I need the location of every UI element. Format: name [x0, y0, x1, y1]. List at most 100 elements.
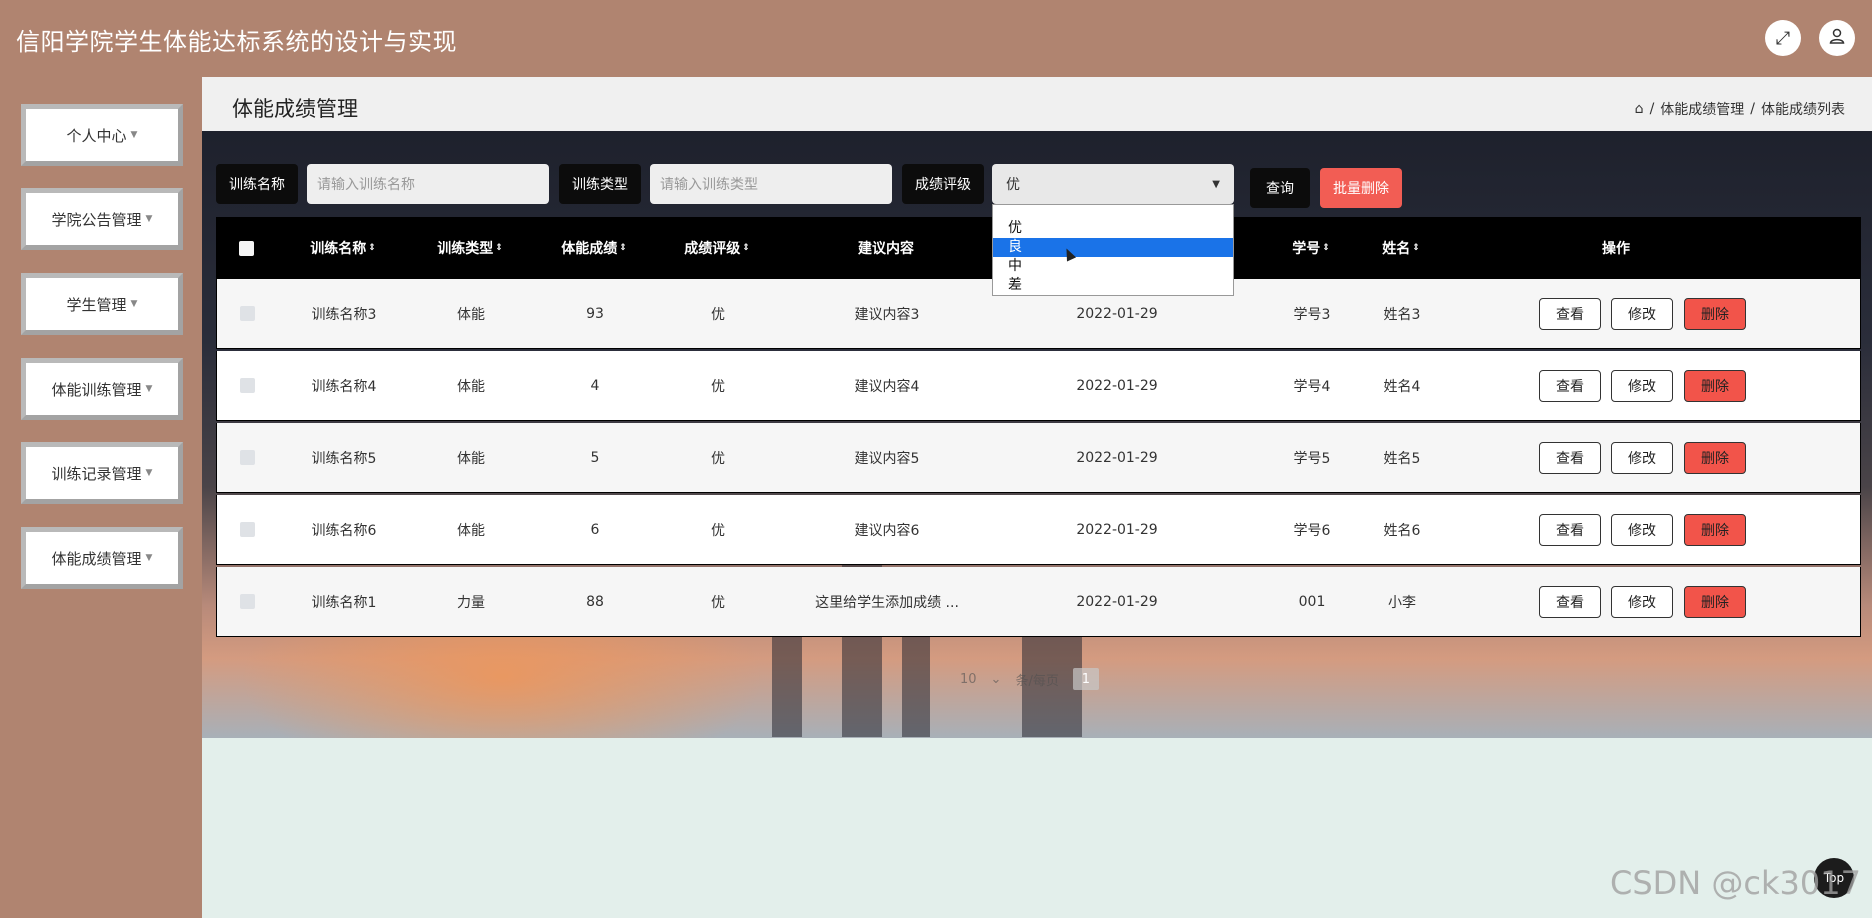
cell-training-type: 体能 — [457, 450, 485, 467]
per-page-label: 条/每页 — [1015, 673, 1059, 689]
cell-student-name: 姓名3 — [1383, 306, 1421, 323]
cell-training-type: 体能 — [457, 306, 485, 323]
cell-student-name: 小李 — [1388, 594, 1416, 611]
cell-training-type: 体能 — [457, 378, 485, 395]
cell-training-type: 力量 — [457, 594, 485, 611]
sidebar-item-student-management[interactable]: 学生管理 ▼ — [21, 273, 183, 335]
sidebar-item-score-management[interactable]: 体能成绩管理 ▼ — [21, 527, 183, 589]
column-header: 操作 — [1602, 241, 1630, 257]
caret-down-icon: ▼ — [130, 130, 138, 140]
cell-score: 93 — [586, 305, 604, 322]
cell-student-no: 学号3 — [1293, 306, 1331, 323]
training-name-label: 训练名称 — [216, 164, 298, 204]
page-size-select[interactable]: 10 — [960, 672, 977, 687]
grade-dropdown-list: 优 良 中 差 — [992, 204, 1234, 296]
view-button[interactable]: 查看 — [1539, 514, 1601, 546]
cell-training-name: 训练名称5 — [311, 450, 377, 467]
training-name-input[interactable]: 请输入训练名称 — [307, 164, 549, 204]
grade-label: 成绩评级 — [902, 164, 984, 204]
cell-grade: 优 — [711, 594, 725, 611]
breadcrumb: ⌂ / 体能成绩管理 / 体能成绩列表 — [1635, 99, 1845, 119]
edit-button[interactable]: 修改 — [1611, 586, 1673, 618]
sort-icon: ⇕ — [368, 243, 376, 253]
delete-button[interactable]: 删除 — [1684, 298, 1746, 330]
sort-icon: ⇕ — [495, 243, 503, 253]
sort-icon: ⇕ — [1412, 243, 1420, 253]
sidebar-item-record-management[interactable]: 训练记录管理 ▼ — [21, 442, 183, 504]
cell-training-name: 训练名称4 — [311, 378, 377, 395]
home-icon[interactable]: ⌂ — [1635, 101, 1644, 117]
cell-advice: 建议内容5 — [854, 450, 920, 467]
sidebar-item-training-management[interactable]: 体能训练管理 ▼ — [21, 358, 183, 420]
training-type-input[interactable]: 请输入训练类型 — [650, 164, 892, 204]
breadcrumb-item[interactable]: 体能成绩管理 — [1660, 99, 1744, 119]
grade-select[interactable]: 优 ▼ — [992, 164, 1234, 204]
delete-button[interactable]: 删除 — [1684, 514, 1746, 546]
view-button[interactable]: 查看 — [1539, 442, 1601, 474]
chevron-down-icon: ⌄ — [990, 671, 1002, 687]
sort-icon: ⇕ — [742, 243, 750, 253]
grade-option[interactable]: 中 — [993, 257, 1233, 276]
cell-date: 2022-01-29 — [1076, 521, 1158, 538]
column-header[interactable]: 姓名 ⇕ — [1356, 217, 1446, 279]
top-header: 信阳学院学生体能达标系统的设计与实现 ⤢ — [0, 0, 1872, 77]
cell-score: 88 — [586, 593, 604, 610]
row-checkbox[interactable] — [239, 450, 255, 465]
delete-button[interactable]: 删除 — [1684, 370, 1746, 402]
row-checkbox[interactable] — [239, 306, 255, 321]
cell-advice: 建议内容3 — [854, 306, 920, 323]
user-icon — [1828, 27, 1846, 50]
table-row: 训练名称1 力量 88 优 这里给学生添加成绩 ... 2022-01-29 0… — [216, 567, 1861, 637]
sidebar-item-label: 训练记录管理 — [51, 464, 142, 483]
page-title: 体能成绩管理 — [232, 97, 358, 121]
grade-option-highlighted[interactable]: 良 — [993, 238, 1233, 257]
caret-down-icon: ▼ — [145, 214, 153, 224]
row-checkbox[interactable] — [239, 378, 255, 393]
cell-student-name: 姓名4 — [1383, 378, 1421, 395]
breadcrumb-item: 体能成绩列表 — [1761, 102, 1845, 118]
cell-grade: 优 — [711, 306, 725, 323]
breadcrumb-separator: / — [1750, 101, 1755, 117]
column-header[interactable]: 体能成绩 ⇕ — [530, 217, 658, 279]
cell-training-name: 训练名称6 — [311, 522, 377, 539]
delete-button[interactable]: 删除 — [1684, 586, 1746, 618]
sidebar-item-personal-center[interactable]: 个人中心 ▼ — [21, 104, 183, 166]
cell-date: 2022-01-29 — [1076, 593, 1158, 610]
page-number-current[interactable]: 1 — [1072, 668, 1099, 690]
view-button[interactable]: 查看 — [1539, 586, 1601, 618]
delete-button[interactable]: 删除 — [1684, 442, 1746, 474]
cell-date: 2022-01-29 — [1076, 377, 1158, 394]
grade-select-value: 优 — [1006, 177, 1020, 193]
cell-student-no: 001 — [1298, 593, 1326, 610]
cell-grade: 优 — [711, 378, 725, 395]
view-button[interactable]: 查看 — [1539, 370, 1601, 402]
row-checkbox[interactable] — [239, 594, 255, 609]
sidebar-item-notice-management[interactable]: 学院公告管理 ▼ — [21, 188, 183, 250]
cell-training-name: 训练名称3 — [311, 306, 377, 323]
pagination: 10 ⌄ 条/每页 1 — [960, 668, 1099, 690]
edit-button[interactable]: 修改 — [1611, 442, 1673, 474]
edit-button[interactable]: 修改 — [1611, 298, 1673, 330]
cell-grade: 优 — [711, 522, 725, 539]
row-checkbox[interactable] — [239, 522, 255, 537]
column-header[interactable]: 训练类型 ⇕ — [410, 217, 530, 279]
grade-option[interactable]: 差 — [993, 276, 1233, 295]
cell-score: 5 — [590, 449, 600, 466]
query-button[interactable]: 查询 — [1250, 168, 1310, 208]
page-header: 体能成绩管理 ⌂ / 体能成绩管理 / 体能成绩列表 — [202, 77, 1872, 131]
select-all-checkbox[interactable] — [238, 240, 254, 256]
edit-button[interactable]: 修改 — [1611, 370, 1673, 402]
edit-button[interactable]: 修改 — [1611, 514, 1673, 546]
cell-student-name: 姓名6 — [1383, 522, 1421, 539]
batch-delete-button[interactable]: 批量删除 — [1320, 168, 1402, 208]
fullscreen-button[interactable]: ⤢ — [1765, 20, 1801, 56]
cell-advice: 建议内容6 — [854, 522, 920, 539]
user-menu-button[interactable] — [1819, 20, 1855, 56]
column-header[interactable]: 学号 ⇕ — [1266, 217, 1356, 279]
column-header[interactable]: 成绩评级 ⇕ — [658, 217, 776, 279]
cell-student-no: 学号5 — [1293, 450, 1331, 467]
grade-option[interactable]: 优 — [993, 219, 1233, 238]
column-header[interactable]: 训练名称 ⇕ — [276, 217, 410, 279]
select-all-cell — [216, 217, 276, 279]
view-button[interactable]: 查看 — [1539, 298, 1601, 330]
